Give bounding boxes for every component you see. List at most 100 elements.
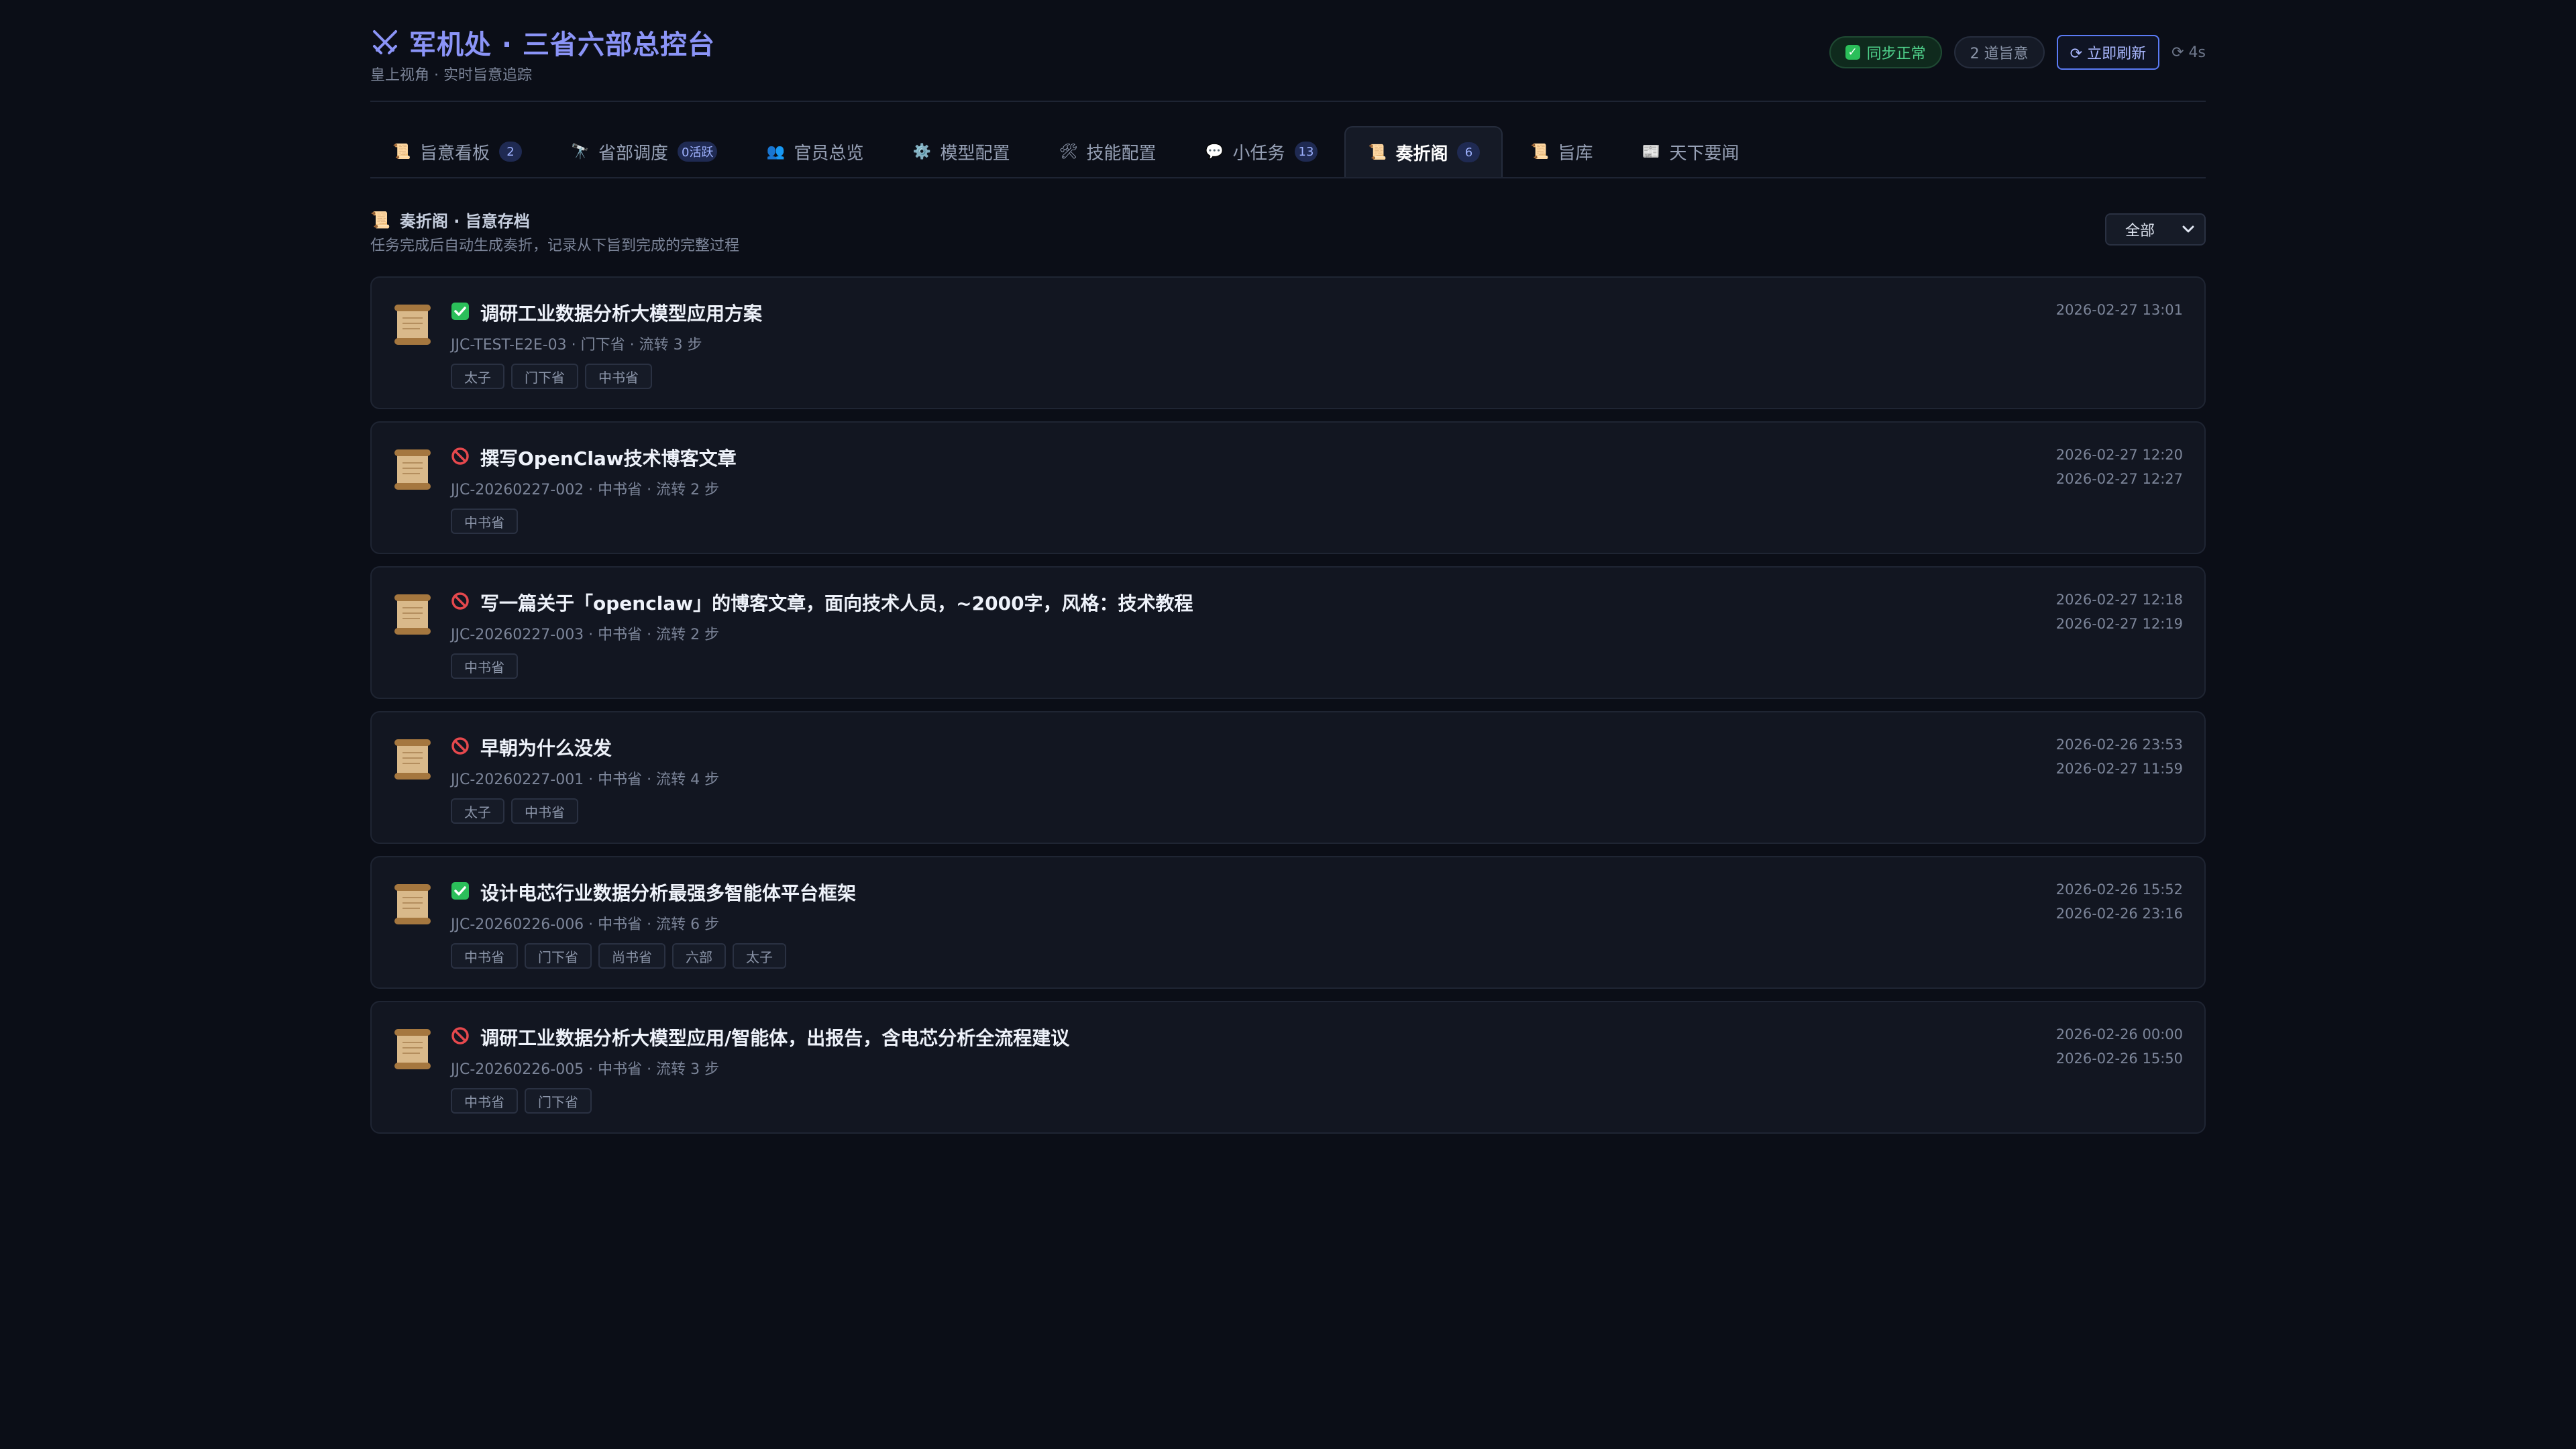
- department-tag: 门下省: [525, 943, 592, 969]
- department-tag: 中书省: [451, 508, 518, 534]
- memorial-timestamps: 2026-02-27 12:20 2026-02-27 12:27: [2056, 443, 2183, 491]
- department-tag: 中书省: [585, 364, 652, 389]
- scroll-icon: 📜: [370, 210, 390, 229]
- tab-7[interactable]: 📜 旨库: [1508, 126, 1614, 177]
- check-mark-icon: [451, 303, 469, 320]
- department-tag: 中书省: [451, 653, 518, 679]
- section-description: 任务完成后自动生成奏折，记录从下旨到完成的完整过程: [370, 237, 740, 254]
- memorial-tags: 中书省 门下省 尚书省 六部 太子: [451, 943, 786, 969]
- tab-label: 奏折阁: [1395, 144, 1448, 164]
- department-tag: 中书省: [511, 798, 578, 824]
- memorial-card[interactable]: 早朝为什么没发 JJC-20260227-001 · 中书省 · 流转 4 步太子…: [370, 711, 2206, 844]
- scroll-icon: [394, 449, 431, 490]
- memorial-meta: JJC-20260226-005 · 中书省 · 流转 3 步: [451, 1061, 720, 1078]
- department-tag: 六部: [672, 943, 726, 969]
- page-subtitle: 皇上视角 · 实时旨意追踪: [370, 67, 532, 84]
- chevron-down-icon: [2182, 225, 2194, 233]
- status-filter-value: 全部: [2125, 223, 2155, 239]
- created-time: 2026-02-26 15:52: [2055, 881, 2183, 898]
- completed-time: 2026-02-27 12:19: [2055, 616, 2183, 632]
- tab-2[interactable]: 👥 官员总览: [744, 126, 885, 177]
- department-tag: 中书省: [451, 943, 518, 969]
- memorial-card[interactable]: 撰写OpenClaw技术博客文章 JJC-20260227-002 · 中书省 ·…: [370, 421, 2206, 554]
- memorial-card[interactable]: 调研工业数据分析大模型应用方案 JJC-TEST-E2E-03 · 门下省 · 流…: [370, 276, 2206, 409]
- prohibited-icon: [451, 737, 469, 755]
- section-title: 📜 奏折阁 · 旨意存档: [370, 208, 530, 231]
- memorial-tags: 中书省: [451, 653, 518, 679]
- tab-1[interactable]: 🔭 省部调度 0活跃: [549, 126, 739, 177]
- memorial-timestamps: 2026-02-26 00:00 2026-02-26 15:50: [2056, 1022, 2183, 1071]
- tab-icon: ⚙️: [912, 143, 932, 160]
- scroll-icon: [394, 305, 431, 345]
- tab-icon: 💬: [1205, 143, 1224, 160]
- memorial-card[interactable]: 设计电芯行业数据分析最强多智能体平台框架 JJC-20260226-006 · 中…: [370, 856, 2206, 989]
- memorial-timestamps: 2026-02-27 13:01: [2056, 298, 2183, 322]
- tab-6[interactable]: 📜 奏折阁 6: [1344, 126, 1503, 177]
- scroll-icon: [394, 739, 431, 780]
- tab-icon: 📜: [1368, 144, 1387, 161]
- created-time: 2026-02-27 12:18: [2055, 592, 2183, 608]
- check-mark-icon: [451, 882, 469, 900]
- tab-count-badge: 0活跃: [678, 142, 718, 162]
- tab-count-badge: 6: [1457, 142, 1481, 162]
- memorial-title: 撰写OpenClaw技术博客文章: [480, 447, 737, 470]
- header-status-area: ✓ 同步正常 2 道旨意 ⟳ 立即刷新 ⟳ 4s: [1829, 35, 2206, 70]
- tab-0[interactable]: 📜 旨意看板 2: [370, 126, 543, 177]
- completed-time: 2026-02-26 23:16: [2055, 906, 2183, 922]
- tab-label: 旨库: [1558, 143, 1593, 164]
- memorial-tags: 太子 中书省: [451, 798, 578, 824]
- created-time: 2026-02-27 12:20: [2055, 447, 2183, 463]
- created-time: 2026-02-26 23:53: [2055, 737, 2183, 753]
- tab-label: 天下要闻: [1669, 143, 1739, 164]
- department-tag: 太子: [451, 798, 504, 824]
- memorial-timestamps: 2026-02-26 15:52 2026-02-26 23:16: [2056, 877, 2183, 926]
- memorial-card[interactable]: 写一篇关于「openclaw」的博客文章，面向技术人员，~2000字，风格：技术…: [370, 566, 2206, 699]
- tab-count-badge: 2: [499, 142, 523, 162]
- tab-3[interactable]: ⚙️ 模型配置: [891, 126, 1032, 177]
- scroll-icon: [394, 594, 431, 635]
- tab-icon: 📜: [1530, 143, 1550, 160]
- tab-label: 小任务: [1232, 143, 1285, 164]
- app-root: 军机处 · 三省六部总控台 皇上视角 · 实时旨意追踪 ✓ 同步正常 2 道旨意…: [370, 0, 2206, 1146]
- scroll-icon: [394, 1029, 431, 1069]
- memorial-meta: JJC-TEST-E2E-03 · 门下省 · 流转 3 步: [451, 337, 702, 354]
- prohibited-icon: [451, 447, 469, 465]
- memorial-meta: JJC-20260227-001 · 中书省 · 流转 4 步: [451, 771, 720, 788]
- prohibited-icon: [451, 592, 469, 610]
- department-tag: 中书省: [451, 1088, 518, 1114]
- tab-icon: 📜: [392, 143, 411, 160]
- tab-count-badge: 13: [1294, 142, 1318, 162]
- memorial-tags: 中书省 门下省: [451, 1088, 592, 1114]
- sync-status-badge: ✓ 同步正常: [1829, 36, 1942, 68]
- tab-icon: 🛠: [1059, 143, 1078, 160]
- tab-label: 模型配置: [940, 143, 1010, 164]
- department-tag: 太子: [451, 364, 504, 389]
- tab-5[interactable]: 💬 小任务 13: [1183, 126, 1340, 177]
- memorial-timestamps: 2026-02-27 12:18 2026-02-27 12:19: [2056, 588, 2183, 636]
- memorial-title: 调研工业数据分析大模型应用方案: [480, 303, 763, 325]
- tab-4[interactable]: 🛠 技能配置: [1037, 126, 1178, 177]
- status-filter-select[interactable]: 全部: [2105, 213, 2206, 246]
- memorial-title: 早朝为什么没发: [480, 737, 612, 759]
- created-time: 2026-02-27 13:01: [2055, 302, 2183, 318]
- header: 军机处 · 三省六部总控台 皇上视角 · 实时旨意追踪 ✓ 同步正常 2 道旨意…: [370, 0, 2206, 102]
- refresh-button[interactable]: ⟳ 立即刷新: [2056, 35, 2160, 70]
- tab-label: 省部调度: [598, 143, 669, 164]
- sync-status-label: 同步正常: [1866, 46, 1926, 62]
- department-tag: 门下省: [525, 1088, 592, 1114]
- memorial-card[interactable]: 调研工业数据分析大模型应用/智能体，出报告，含电芯分析全流程建议 JJC-2026…: [370, 1001, 2206, 1134]
- memorial-title: 设计电芯行业数据分析最强多智能体平台框架: [480, 882, 857, 904]
- edict-count-badge: 2 道旨意: [1953, 36, 2045, 68]
- memorial-tags: 太子 门下省 中书省: [451, 364, 652, 389]
- memorial-meta: JJC-20260227-003 · 中书省 · 流转 2 步: [451, 627, 720, 643]
- memorial-list: 调研工业数据分析大模型应用方案 JJC-TEST-E2E-03 · 门下省 · 流…: [370, 276, 2206, 1134]
- crossed-swords-icon: [373, 30, 397, 54]
- refresh-countdown: ⟳ 4s: [2171, 44, 2206, 61]
- scroll-icon: [394, 884, 431, 924]
- memorial-title: 调研工业数据分析大模型应用/智能体，出报告，含电芯分析全流程建议: [480, 1027, 1070, 1049]
- prohibited-icon: [451, 1027, 469, 1044]
- tab-8[interactable]: 📰 天下要闻: [1619, 126, 1760, 177]
- department-tag: 门下省: [511, 364, 578, 389]
- check-icon: ✓: [1845, 45, 1860, 60]
- tab-label: 旨意看板: [420, 143, 490, 164]
